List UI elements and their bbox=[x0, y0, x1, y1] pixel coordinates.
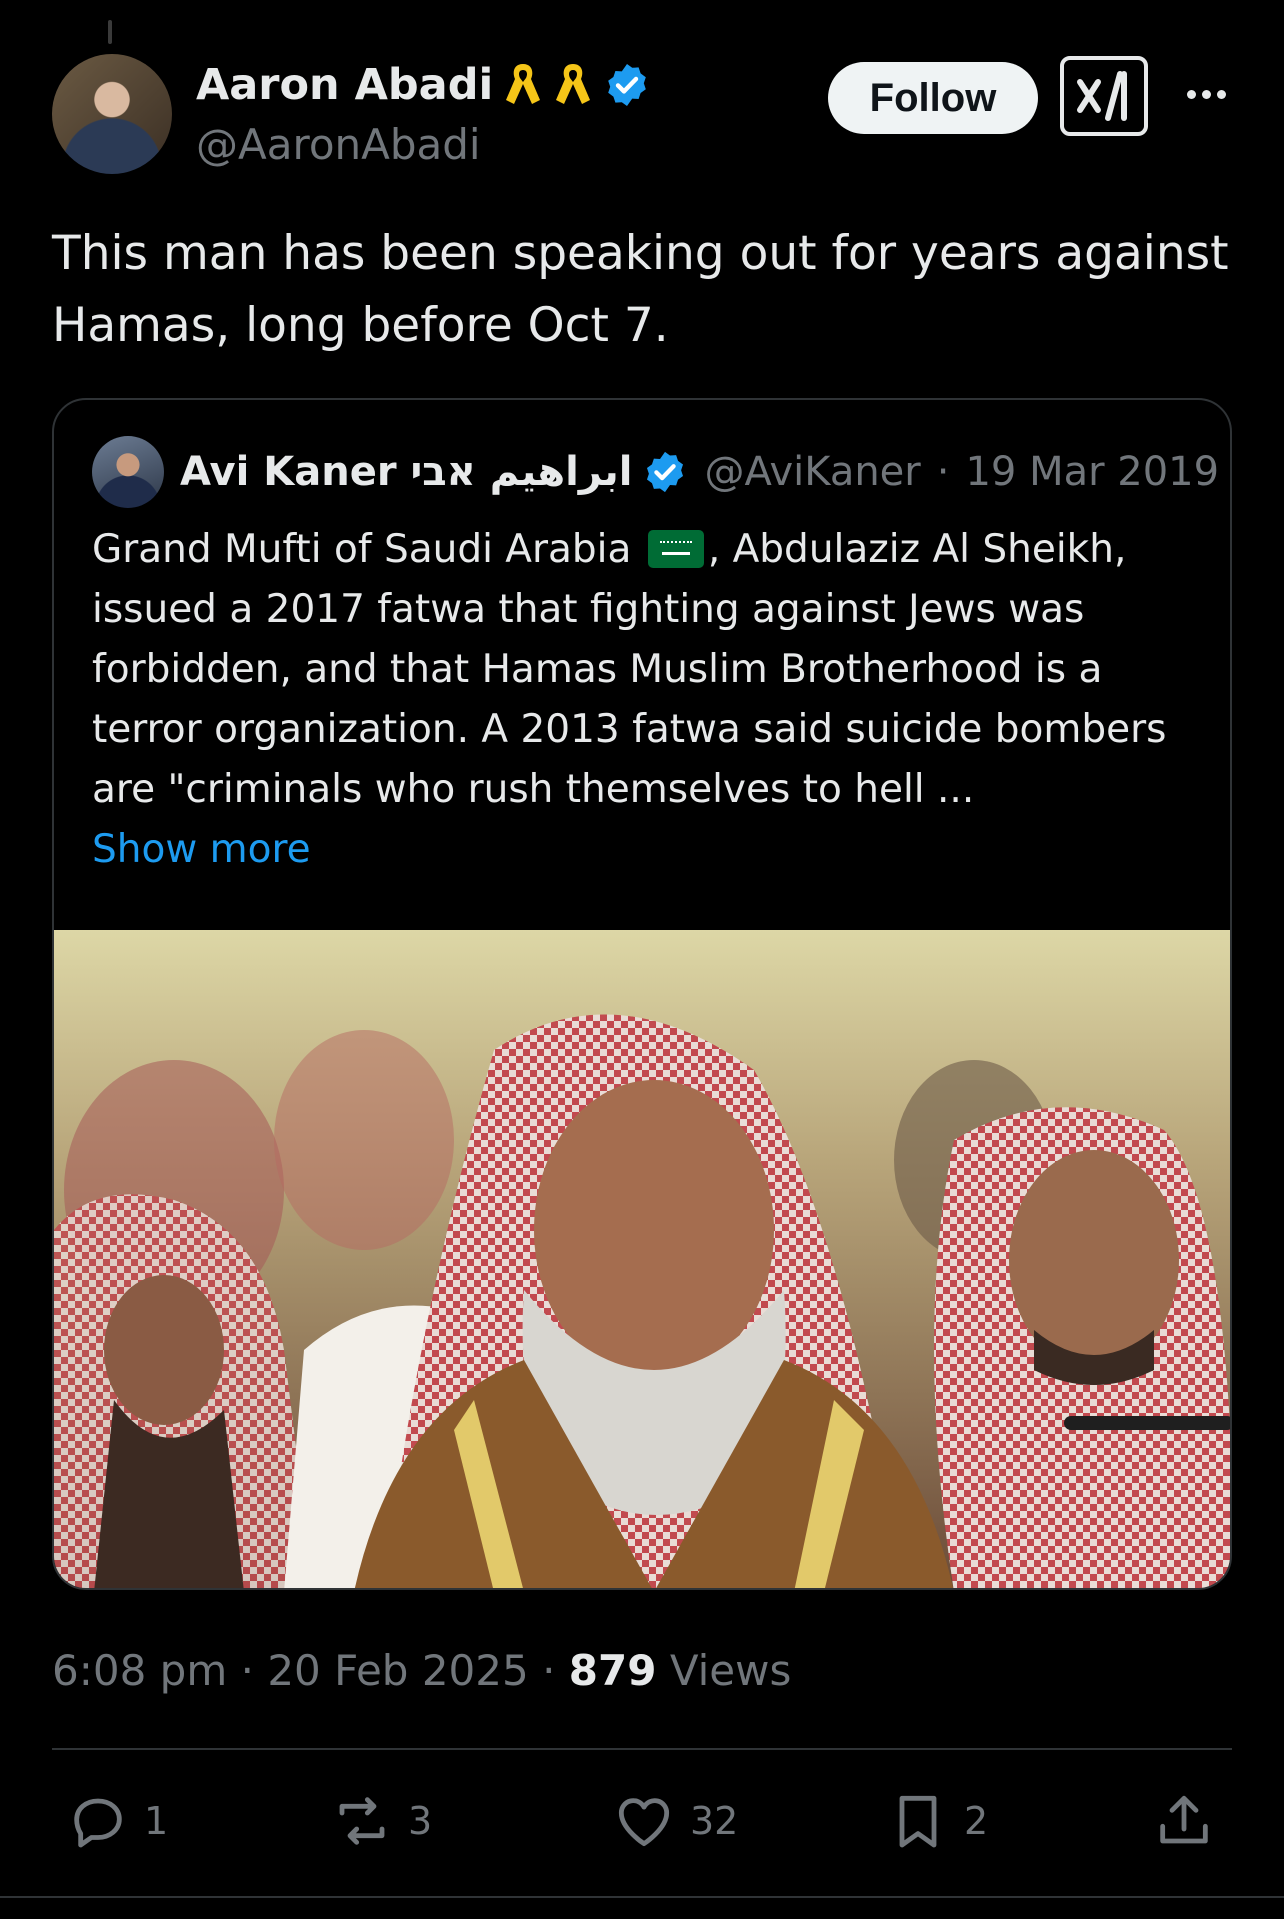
tweet-timestamp: 6:08 pm · 20 Feb 2025 · 879 Views bbox=[52, 1646, 792, 1695]
reply-button[interactable]: 1 bbox=[66, 1786, 168, 1856]
yellow-ribbon-icon bbox=[506, 64, 541, 104]
tweet-time[interactable]: 6:08 pm bbox=[52, 1646, 227, 1695]
bookmark-count: 2 bbox=[964, 1799, 989, 1843]
share-icon bbox=[1160, 1795, 1208, 1844]
quoted-author-handle[interactable]: @AviKaner bbox=[704, 449, 920, 495]
grok-icon[interactable] bbox=[1060, 56, 1148, 136]
yellow-ribbon-icon bbox=[556, 64, 591, 104]
show-more-link[interactable]: Show more bbox=[92, 820, 1202, 880]
bottom-divider bbox=[0, 1896, 1284, 1898]
tweet-date[interactable]: 20 Feb 2025 bbox=[267, 1646, 528, 1695]
views-count: 879 bbox=[568, 1646, 657, 1695]
share-button[interactable] bbox=[1152, 1786, 1216, 1856]
bookmark-button[interactable]: 2 bbox=[886, 1786, 988, 1856]
reply-count: 1 bbox=[144, 1799, 169, 1843]
quoted-tweet-photo[interactable] bbox=[54, 930, 1232, 1590]
quoted-tweet[interactable]: Avi Kaner ابراهيم אבי @AviKaner · 19 Mar… bbox=[52, 398, 1232, 1590]
quoted-author-name[interactable]: Avi Kaner ابراهيم אבי bbox=[180, 449, 632, 495]
repost-count: 3 bbox=[408, 1799, 433, 1843]
like-button[interactable]: 32 bbox=[612, 1786, 738, 1856]
meta-separator: · bbox=[936, 449, 950, 495]
author-name-row: Aaron Abadi bbox=[196, 60, 651, 110]
repost-button[interactable]: 3 bbox=[330, 1786, 432, 1856]
verified-badge-icon bbox=[647, 451, 684, 493]
like-count: 32 bbox=[690, 1799, 739, 1843]
divider bbox=[52, 1748, 1232, 1750]
top-tick-mark bbox=[108, 20, 112, 44]
author-avatar[interactable] bbox=[52, 54, 172, 174]
quoted-tweet-header: Avi Kaner ابراهيم אבי @AviKaner · 19 Mar… bbox=[92, 436, 1219, 508]
quoted-text-part1: Grand Mufti of Saudi Arabia bbox=[92, 527, 632, 572]
tweet-text: This man has been speaking out for years… bbox=[52, 226, 1229, 353]
reply-icon bbox=[74, 1798, 122, 1848]
action-bar: 1 3 32 2 bbox=[52, 1786, 1232, 1856]
author-name[interactable]: Aaron Abadi bbox=[196, 60, 493, 110]
more-icon[interactable] bbox=[1178, 72, 1234, 116]
quoted-tweet-text: Grand Mufti of Saudi Arabia , Abdulaziz … bbox=[92, 520, 1202, 880]
author-handle[interactable]: @AaronAbadi bbox=[196, 120, 481, 169]
quoted-author-avatar[interactable] bbox=[92, 436, 164, 508]
follow-button[interactable]: Follow bbox=[828, 62, 1038, 134]
heart-icon bbox=[618, 1798, 670, 1847]
quoted-tweet-date[interactable]: 19 Mar 2019 bbox=[965, 449, 1219, 495]
views-label: Views bbox=[669, 1646, 792, 1695]
saudi-flag-icon bbox=[647, 530, 704, 568]
bookmark-icon bbox=[899, 1795, 937, 1848]
verified-badge-icon bbox=[608, 64, 647, 106]
tweet-header: Aaron Abadi @AaronAbadi Follow bbox=[52, 54, 1242, 174]
grok-glyph-icon bbox=[1077, 71, 1127, 121]
repost-icon bbox=[339, 1797, 385, 1845]
